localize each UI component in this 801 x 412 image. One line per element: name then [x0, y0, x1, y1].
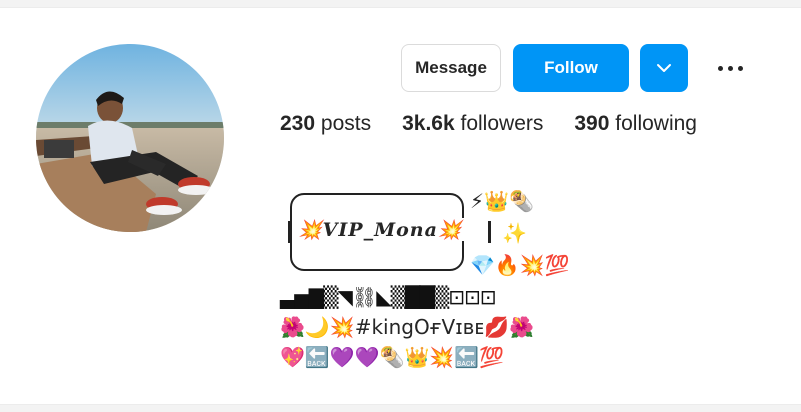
- bio-emojis-2: ✨: [502, 221, 527, 245]
- more-options-icon[interactable]: [712, 52, 748, 84]
- followers-count: 3k.6k: [402, 112, 455, 135]
- followers-stat[interactable]: 3k.6k followers: [402, 112, 543, 136]
- chevron-down-icon: [657, 64, 671, 72]
- bio-line-4: 🌺🌙💥#kingOғVɪʙᴇ💋🌺: [280, 314, 534, 340]
- followers-label: followers: [460, 112, 544, 135]
- follow-button[interactable]: Follow: [513, 44, 629, 92]
- bottom-strip: [0, 404, 801, 412]
- bio-emojis-1: ⚡👑🌯: [470, 189, 534, 213]
- following-count: 390: [574, 112, 610, 135]
- bio-block-art: ▃▅▇▒◥⛓◣▒██▒⊡⊡⊡: [280, 285, 496, 309]
- frame-bar-right: [488, 221, 491, 243]
- following-stat[interactable]: 390 following: [574, 112, 697, 136]
- posts-label: posts: [320, 112, 372, 135]
- posts-count: 230: [280, 112, 316, 135]
- bio-hashtag[interactable]: #kingOғVɪʙᴇ: [355, 315, 484, 339]
- options-dot: [727, 65, 733, 71]
- bio-line-5: 💖🔙💜💜🌯👑💥🔙💯: [280, 345, 505, 369]
- bio-line-4-left: 🌺🌙💥: [280, 315, 355, 339]
- profile-header: Message Follow 230 posts 3k.6k followers…: [0, 8, 801, 404]
- suggested-accounts-button[interactable]: [640, 44, 688, 92]
- following-label: following: [615, 112, 697, 135]
- profile-stats: 230 posts 3k.6k followers 390 following: [280, 112, 728, 136]
- options-dot: [737, 65, 743, 71]
- top-strip: [0, 0, 801, 8]
- profile-avatar[interactable]: [36, 44, 224, 232]
- display-name: 💥VIP_Mona💥: [296, 218, 465, 241]
- posts-stat: 230 posts: [280, 112, 371, 136]
- bio-line-4-right: 💋🌺: [484, 315, 534, 339]
- bio-emojis-3: 💎🔥💥💯: [470, 253, 570, 277]
- frame-bar-left: [288, 221, 291, 243]
- avatar-photo: [36, 44, 224, 232]
- message-button[interactable]: Message: [401, 44, 501, 92]
- options-dot: [717, 65, 723, 71]
